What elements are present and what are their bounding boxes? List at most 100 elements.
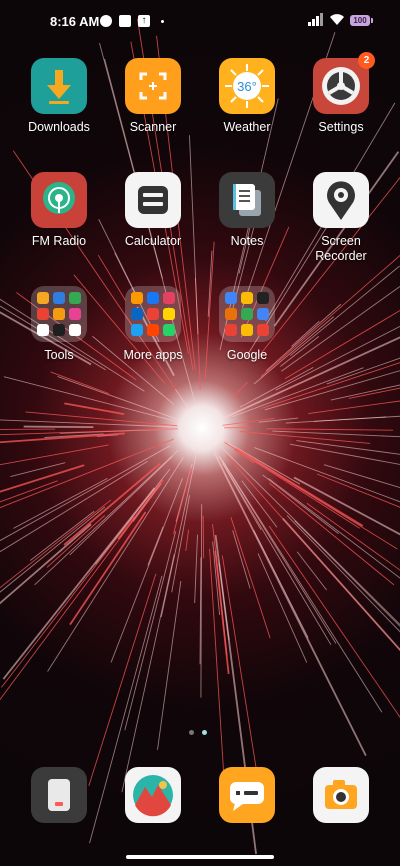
folder-icon <box>125 286 181 342</box>
folder-mini-app-icon <box>257 308 269 320</box>
wallpaper-ray <box>110 478 183 663</box>
folder-mini-app-icon <box>241 308 253 320</box>
app-scanner[interactable]: Scanner <box>106 58 200 135</box>
wallpaper-ray <box>0 464 85 493</box>
camera-icon <box>313 767 369 823</box>
wallpaper-ray <box>227 442 301 485</box>
wallpaper-ray <box>69 511 147 626</box>
page-dot-active[interactable] <box>202 730 207 735</box>
app-fm-radio[interactable]: FM Radio <box>12 172 106 249</box>
fm-radio-icon <box>31 172 87 228</box>
gallery-icon <box>125 767 181 823</box>
folder-mini-app-icon <box>69 324 81 336</box>
page-dot[interactable] <box>189 730 194 735</box>
wallpaper-ray <box>222 460 383 713</box>
status-time: 8:16 AM <box>50 14 100 29</box>
folder-mini-app-icon <box>53 292 65 304</box>
wallpaper-ray <box>194 534 198 604</box>
wallpaper-ray <box>69 455 173 556</box>
app-label: Settings <box>318 120 364 134</box>
wallpaper-ray <box>0 419 172 428</box>
weather-icon: 36° <box>219 58 275 114</box>
wallpaper-ray <box>202 515 205 559</box>
weather-temp: 36° <box>237 79 257 94</box>
wallpaper-ray <box>294 520 400 627</box>
folder-mini-app-icon <box>147 308 159 320</box>
downloads-icon <box>31 58 87 114</box>
folder-mini-app-icon <box>163 324 175 336</box>
wallpaper-ray <box>282 517 400 652</box>
app-label: Weather <box>223 120 271 134</box>
more-notifications-icon <box>161 20 164 23</box>
wallpaper-ray <box>121 554 175 793</box>
app-label: Downloads <box>28 120 90 134</box>
upload-icon: ↑ <box>138 15 150 27</box>
app-label: FM Radio <box>31 234 87 248</box>
wallpaper-ray <box>232 381 248 398</box>
wallpaper-ray <box>185 529 190 551</box>
app-notes[interactable]: Notes <box>200 172 294 249</box>
folder-mini-app-icon <box>241 292 253 304</box>
wallpaper-ray <box>264 370 400 411</box>
dock-messages[interactable] <box>200 767 294 823</box>
app-downloads[interactable]: Downloads <box>12 58 106 135</box>
app-settings[interactable]: 2 Settings <box>294 52 388 135</box>
folder-mini-app-icon <box>131 292 143 304</box>
folder-mini-app-icon <box>225 292 237 304</box>
folder-mini-app-icon <box>147 324 159 336</box>
wallpaper-ray <box>296 440 400 455</box>
wifi-icon <box>330 14 344 25</box>
wallpaper-ray <box>64 402 125 415</box>
folder-mini-app-icon <box>69 308 81 320</box>
wallpaper-ray <box>232 367 364 418</box>
battery-icon: 100 <box>350 15 373 26</box>
calculator-icon <box>125 172 181 228</box>
wallpaper-ray <box>285 415 400 424</box>
folder-mini-app-icon <box>257 292 269 304</box>
wallpaper-ray <box>214 550 230 675</box>
wallpaper-ray <box>211 445 332 646</box>
wallpaper-ray <box>0 445 171 542</box>
app-weather[interactable]: 36° Weather <box>200 58 294 135</box>
wallpaper-ray <box>0 428 56 430</box>
folder-label: Google <box>226 348 268 362</box>
folder-icon <box>219 286 275 342</box>
page-indicator <box>189 730 207 735</box>
dock-camera[interactable] <box>294 767 388 823</box>
folder-mini-app-icon <box>53 308 65 320</box>
folder-tools[interactable]: Tools <box>12 286 106 363</box>
folder-google[interactable]: Google <box>200 286 294 363</box>
folder-mini-app-icon <box>53 324 65 336</box>
wallpaper-ray <box>308 400 400 414</box>
folder-mini-app-icon <box>257 324 269 336</box>
settings-icon: 2 <box>313 52 375 114</box>
folder-mini-app-icon <box>69 292 81 304</box>
wallpaper-ray <box>230 517 271 639</box>
wallpaper-ray <box>266 428 394 431</box>
folder-mini-app-icon <box>241 324 253 336</box>
folder-label: More apps <box>123 348 183 362</box>
wallpaper-ray <box>268 525 400 718</box>
app-label: Scanner <box>129 120 177 134</box>
folder-icon <box>31 286 87 342</box>
wallpaper-ray <box>147 526 164 566</box>
wallpaper-ray <box>0 432 125 444</box>
wallpaper-ray <box>286 515 400 633</box>
app-calculator[interactable]: Calculator <box>106 172 200 249</box>
scanner-icon <box>125 58 181 114</box>
folder-more-apps[interactable]: More apps <box>106 286 200 363</box>
wallpaper-ray <box>47 457 184 672</box>
signal-icon <box>308 13 323 26</box>
app-label: Screen Recorder <box>315 234 367 263</box>
wallpaper-ray <box>326 357 400 385</box>
dock-gallery[interactable] <box>106 767 200 823</box>
app-screen-recorder[interactable]: Screen Recorder <box>294 172 388 264</box>
folder-mini-app-icon <box>163 292 175 304</box>
wallpaper-ray <box>0 480 58 503</box>
screen-recorder-icon <box>313 172 369 228</box>
dock-phone-manager[interactable] <box>12 767 106 823</box>
wallpaper-ray <box>50 371 109 394</box>
home-gesture-bar[interactable] <box>126 855 274 859</box>
status-bar: 8:16 AM ↑ 100 <box>0 0 400 44</box>
wallpaper-ray <box>290 443 400 465</box>
